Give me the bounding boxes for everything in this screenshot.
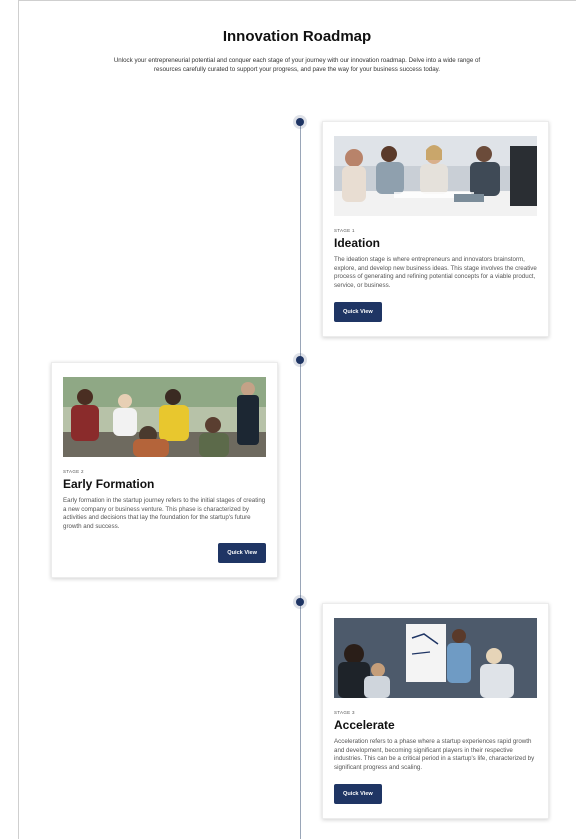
stage-title: Early Formation bbox=[63, 477, 155, 491]
stage-card-early-formation: STAGE 2 Early Formation Early formation … bbox=[51, 362, 278, 579]
stage-card-ideation: STAGE 1 Ideation The ideation stage is w… bbox=[322, 121, 549, 338]
page-subtitle: Unlock your entrepreneurial potential an… bbox=[113, 57, 481, 73]
timeline-dot-stage-2 bbox=[296, 356, 304, 364]
quick-view-button-early-formation[interactable]: Quick View bbox=[218, 543, 266, 564]
stage-description: Acceleration refers to a phase where a s… bbox=[334, 738, 535, 771]
page-header: Innovation Roadmap Unlock your entrepren… bbox=[18, 28, 576, 74]
stage-image-early-formation bbox=[63, 377, 266, 457]
quick-view-button-ideation[interactable]: Quick View bbox=[334, 302, 382, 323]
stage-description: The ideation stage is where entrepreneur… bbox=[334, 256, 537, 289]
page-title: Innovation Roadmap bbox=[222, 28, 372, 45]
quick-view-button-accelerate[interactable]: Quick View bbox=[334, 784, 382, 805]
stage-label: STAGE 2 bbox=[63, 469, 84, 474]
timeline-dot-stage-3 bbox=[296, 598, 304, 606]
timeline-dot-stage-1 bbox=[296, 118, 304, 126]
stage-label: STAGE 3 bbox=[334, 710, 355, 715]
stage-card-accelerate: STAGE 3 Accelerate Acceleration refers t… bbox=[322, 603, 549, 820]
stage-image-accelerate bbox=[334, 618, 537, 698]
page-border-top bbox=[18, 0, 576, 1]
stage-label: STAGE 1 bbox=[334, 228, 355, 233]
stage-title: Ideation bbox=[334, 236, 381, 250]
stage-image-ideation bbox=[334, 136, 537, 216]
stage-description: Early formation in the startup journey r… bbox=[63, 497, 266, 530]
stage-title: Accelerate bbox=[334, 718, 395, 732]
page-border-left bbox=[18, 0, 19, 839]
timeline-line bbox=[300, 120, 301, 839]
